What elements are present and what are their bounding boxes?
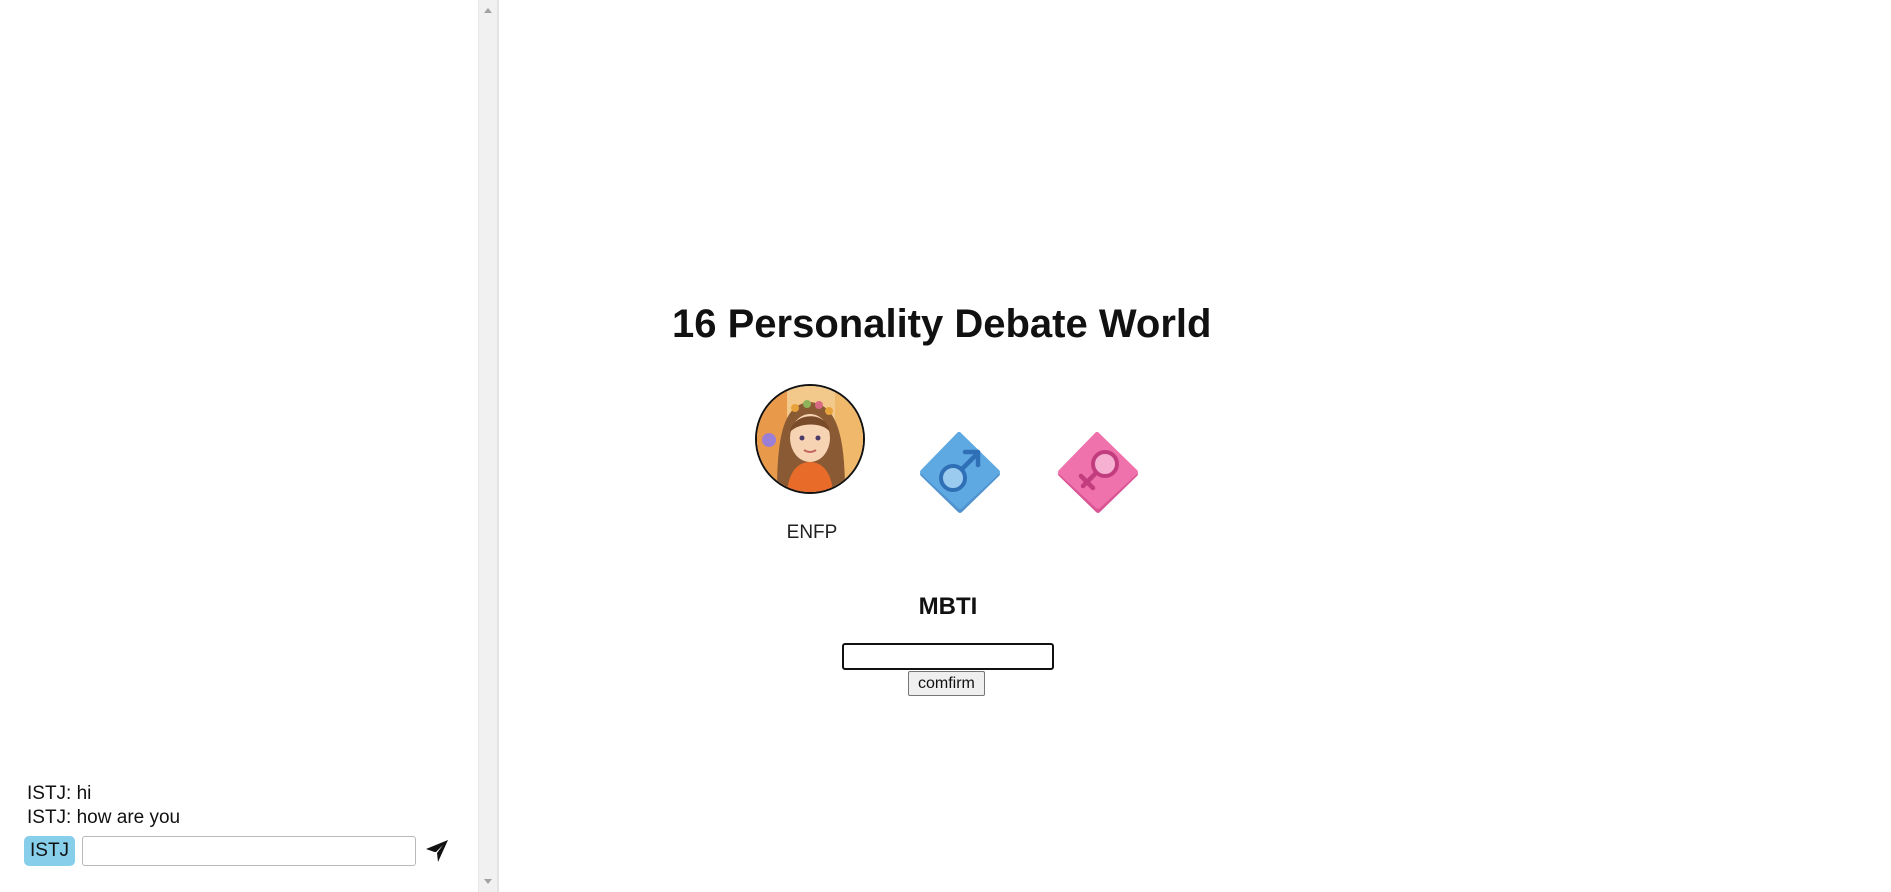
app-page: ISTJ: hi ISTJ: how are you ISTJ 16 Perso… — [0, 0, 1891, 892]
male-gender-button[interactable] — [915, 428, 1005, 518]
mbti-heading: MBTI — [918, 593, 978, 620]
chat-message-list: ISTJ: hi ISTJ: how are you — [27, 782, 180, 830]
confirm-button[interactable]: comfirm — [908, 671, 985, 696]
avatar-mbti-label: ENFP — [786, 522, 838, 543]
character-portrait-icon — [757, 386, 863, 492]
send-button[interactable] — [423, 837, 451, 865]
page-title: 16 Personality Debate World — [672, 302, 1212, 346]
scroll-down-arrow-icon[interactable] — [484, 879, 492, 884]
chat-scrollbar[interactable] — [478, 0, 497, 892]
female-symbol-icon — [1058, 432, 1138, 513]
character-avatar[interactable] — [755, 384, 865, 494]
female-gender-button[interactable] — [1053, 428, 1143, 518]
panel-divider — [497, 0, 499, 892]
chat-message-input[interactable] — [82, 836, 417, 866]
chat-panel: ISTJ: hi ISTJ: how are you ISTJ — [0, 0, 478, 892]
paper-plane-icon — [426, 840, 449, 862]
mbti-input[interactable] — [842, 643, 1054, 670]
chat-message: ISTJ: hi — [27, 783, 92, 804]
male-symbol-icon — [920, 432, 1000, 513]
chat-input-row: ISTJ — [24, 834, 451, 868]
chat-message: ISTJ: how are you — [27, 807, 181, 828]
user-mbti-tag: ISTJ — [24, 836, 76, 866]
scroll-up-arrow-icon[interactable] — [484, 8, 492, 13]
